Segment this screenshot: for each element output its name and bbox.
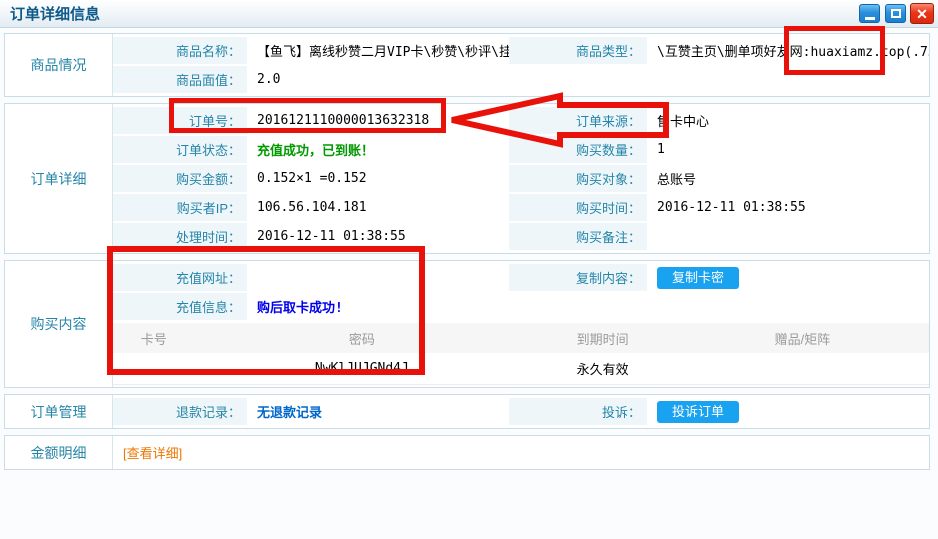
copy-content-label: 复制内容： (509, 264, 647, 291)
card-password-header: 密码 (195, 329, 530, 348)
minimize-icon (865, 17, 875, 20)
recharge-url-label: 充值网址： (113, 264, 247, 291)
recharge-info-value: 购后取卡成功! (247, 292, 509, 321)
title-bar: 订单详细信息 ✕ (0, 0, 938, 28)
buy-time-label: 购买时间： (509, 194, 647, 221)
view-detail-link[interactable]: [查看详细] (113, 438, 929, 467)
refund-record-label: 退款记录： (113, 398, 247, 425)
copy-card-secret-button[interactable]: 复制卡密 (657, 267, 739, 289)
buyer-ip-label: 购买者IP： (113, 194, 247, 221)
recharge-url-value (247, 263, 509, 292)
recharge-info-label: 充值信息： (113, 293, 247, 320)
buy-amount-value: 0.152×1 =0.152 (247, 164, 509, 193)
manage-section: 订单管理 退款记录： 无退款记录 投诉： 投诉订单 (4, 394, 930, 429)
minimize-button[interactable] (859, 4, 880, 23)
content-section: 购买内容 充值网址： 充值信息： 购后取卡成功! 复制内容： 复制卡密 (4, 260, 930, 388)
buy-amount-label: 购买金额： (113, 165, 247, 192)
buy-remark-label: 购买备注： (509, 223, 647, 250)
process-time-value: 2016-12-11 01:38:55 (247, 222, 509, 251)
order-no-label: 订单号： (113, 107, 247, 134)
card-table-row: NwKlJUJGNd4J 永久有效 (113, 353, 929, 385)
amount-section: 金额明细 [查看详细] (4, 435, 930, 470)
refund-record-value: 无退款记录 (247, 397, 509, 426)
product-section-title: 商品情况 (5, 34, 113, 96)
card-table-header: 卡号 密码 到期时间 赠品/矩阵 (113, 323, 929, 353)
order-source-value: 售卡中心 (647, 106, 929, 135)
card-expiry-header: 到期时间 (529, 329, 676, 348)
buy-remark-value (647, 222, 929, 251)
card-expiry-cell: 永久有效 (529, 359, 676, 378)
buy-target-value: 总账号 (647, 164, 929, 193)
complaint-label: 投诉： (509, 398, 647, 425)
card-no-header: 卡号 (113, 329, 195, 348)
product-face-label: 商品面值： (113, 66, 247, 93)
card-password-cell: NwKlJUJGNd4J (195, 361, 530, 376)
process-time-label: 处理时间： (113, 223, 247, 250)
amount-section-title: 金额明细 (5, 436, 113, 469)
buy-time-value: 2016-12-11 01:38:55 (647, 193, 929, 222)
close-button[interactable]: ✕ (910, 3, 934, 24)
order-no-value: 2016121110000013632318 (247, 106, 509, 135)
product-name-label: 商品名称： (113, 37, 247, 64)
product-section: 商品情况 商品名称： 【鱼飞】离线秒赞二月VIP卡\秒赞\秒评\挂挂 商品类型：… (4, 33, 930, 97)
product-type-value: \互赞主页\删单项好友网:huaxiamz.top(.7517 (647, 36, 929, 65)
content-section-title: 购买内容 (5, 261, 113, 387)
card-gift-header: 赠品/矩阵 (676, 329, 929, 348)
close-icon: ✕ (916, 7, 928, 21)
order-status-value: 充值成功，已到账！ (247, 135, 509, 164)
product-name-value: 【鱼飞】离线秒赞二月VIP卡\秒赞\秒评\挂挂 (247, 36, 509, 65)
page-title: 订单详细信息 (10, 3, 100, 24)
order-source-label: 订单来源： (509, 107, 647, 134)
product-type-label: 商品类型： (509, 37, 647, 64)
product-face-value: 2.0 (247, 65, 509, 94)
complain-order-button[interactable]: 投诉订单 (657, 401, 739, 423)
maximize-icon (891, 9, 901, 18)
maximize-button[interactable] (885, 4, 906, 23)
buy-target-label: 购买对象： (509, 165, 647, 192)
buy-qty-value: 1 (647, 135, 929, 164)
buy-qty-label: 购买数量： (509, 136, 647, 163)
manage-section-title: 订单管理 (5, 395, 113, 428)
order-section: 订单详细 订单号： 2016121110000013632318 订单状态： 充… (4, 103, 930, 254)
order-section-title: 订单详细 (5, 104, 113, 253)
order-status-label: 订单状态： (113, 136, 247, 163)
buyer-ip-value: 106.56.104.181 (247, 193, 509, 222)
